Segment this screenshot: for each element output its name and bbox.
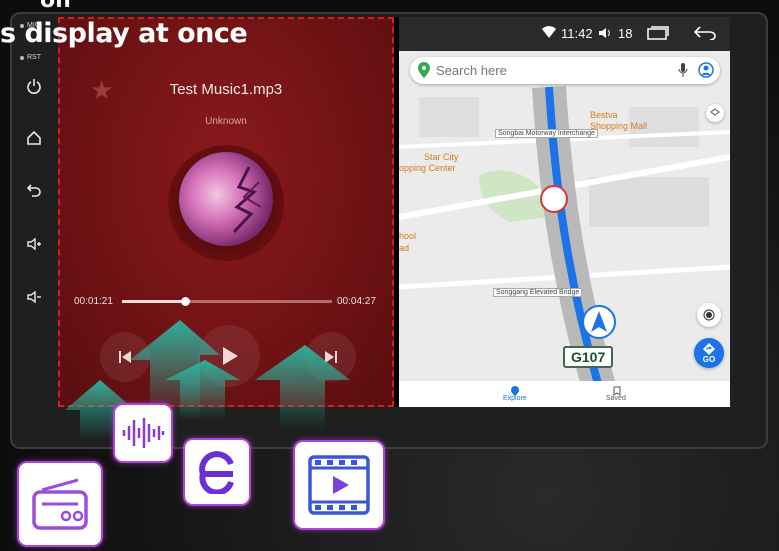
arrows-decoration [65,320,350,440]
nav-explore[interactable]: Explore [503,395,527,402]
radio-app-icon[interactable] [17,461,103,547]
navigation-arrow-icon [582,305,616,344]
browser-app-icon[interactable] [183,438,251,506]
label-mall-2: Shopping Mall [590,121,648,131]
map-bottom-nav: Explore Saved [399,381,730,407]
label-bridge: Songgang Elevated Bridge [493,288,583,297]
nav-saved[interactable]: Saved [606,395,626,402]
rst-label: RST [27,54,41,61]
album-art [179,152,273,246]
wifi-icon [542,26,556,41]
audio-wave-app-icon[interactable] [113,403,173,463]
go-label: GO [702,354,716,364]
directions-icon [703,342,715,355]
label-star-city-2: opping Center [399,163,456,173]
headline: s display at once [0,18,248,49]
label-school-1: hool [399,231,417,241]
label-interchange: Songbai Motorway Interchange [495,129,598,138]
speed-camera-icon[interactable] [540,185,568,213]
back-icon[interactable] [24,180,44,200]
highway-shield: G107 [563,346,614,368]
layers-icon[interactable] [706,104,724,122]
volume-icon [598,26,612,43]
volume-down-icon[interactable] [24,287,44,307]
map-pin-icon [418,62,430,83]
mic-icon[interactable] [678,63,688,82]
video-app-icon[interactable] [293,440,385,530]
home-icon[interactable] [24,128,44,148]
headline-top-fragment: on [40,0,100,13]
power-icon[interactable] [24,76,44,96]
map-search-bar[interactable]: Search here [410,57,720,84]
label-star-city-1: Star City [424,152,459,162]
clock: 11:42 [561,26,593,41]
song-title: Test Music1.mp3 [169,81,283,98]
window-icon[interactable] [647,26,669,43]
return-icon[interactable] [693,26,718,43]
my-location-icon[interactable] [697,303,721,327]
artist-name: Unknown [205,116,247,127]
go-button[interactable]: GO [694,338,724,368]
hardware-sidebar: MIC RST [12,14,56,443]
search-placeholder: Search here [436,63,507,78]
volume-up-icon[interactable] [24,234,44,254]
navigation-map-panel[interactable]: 11:42 18 Search here Songbai Motorway In… [399,17,730,407]
label-mall-1: Bestva [590,110,618,120]
volume-level: 18 [618,26,633,41]
status-bar: 11:42 18 [399,17,730,51]
account-icon[interactable] [698,62,714,83]
rst-dot [20,56,24,60]
label-school-2: ad [399,243,410,253]
